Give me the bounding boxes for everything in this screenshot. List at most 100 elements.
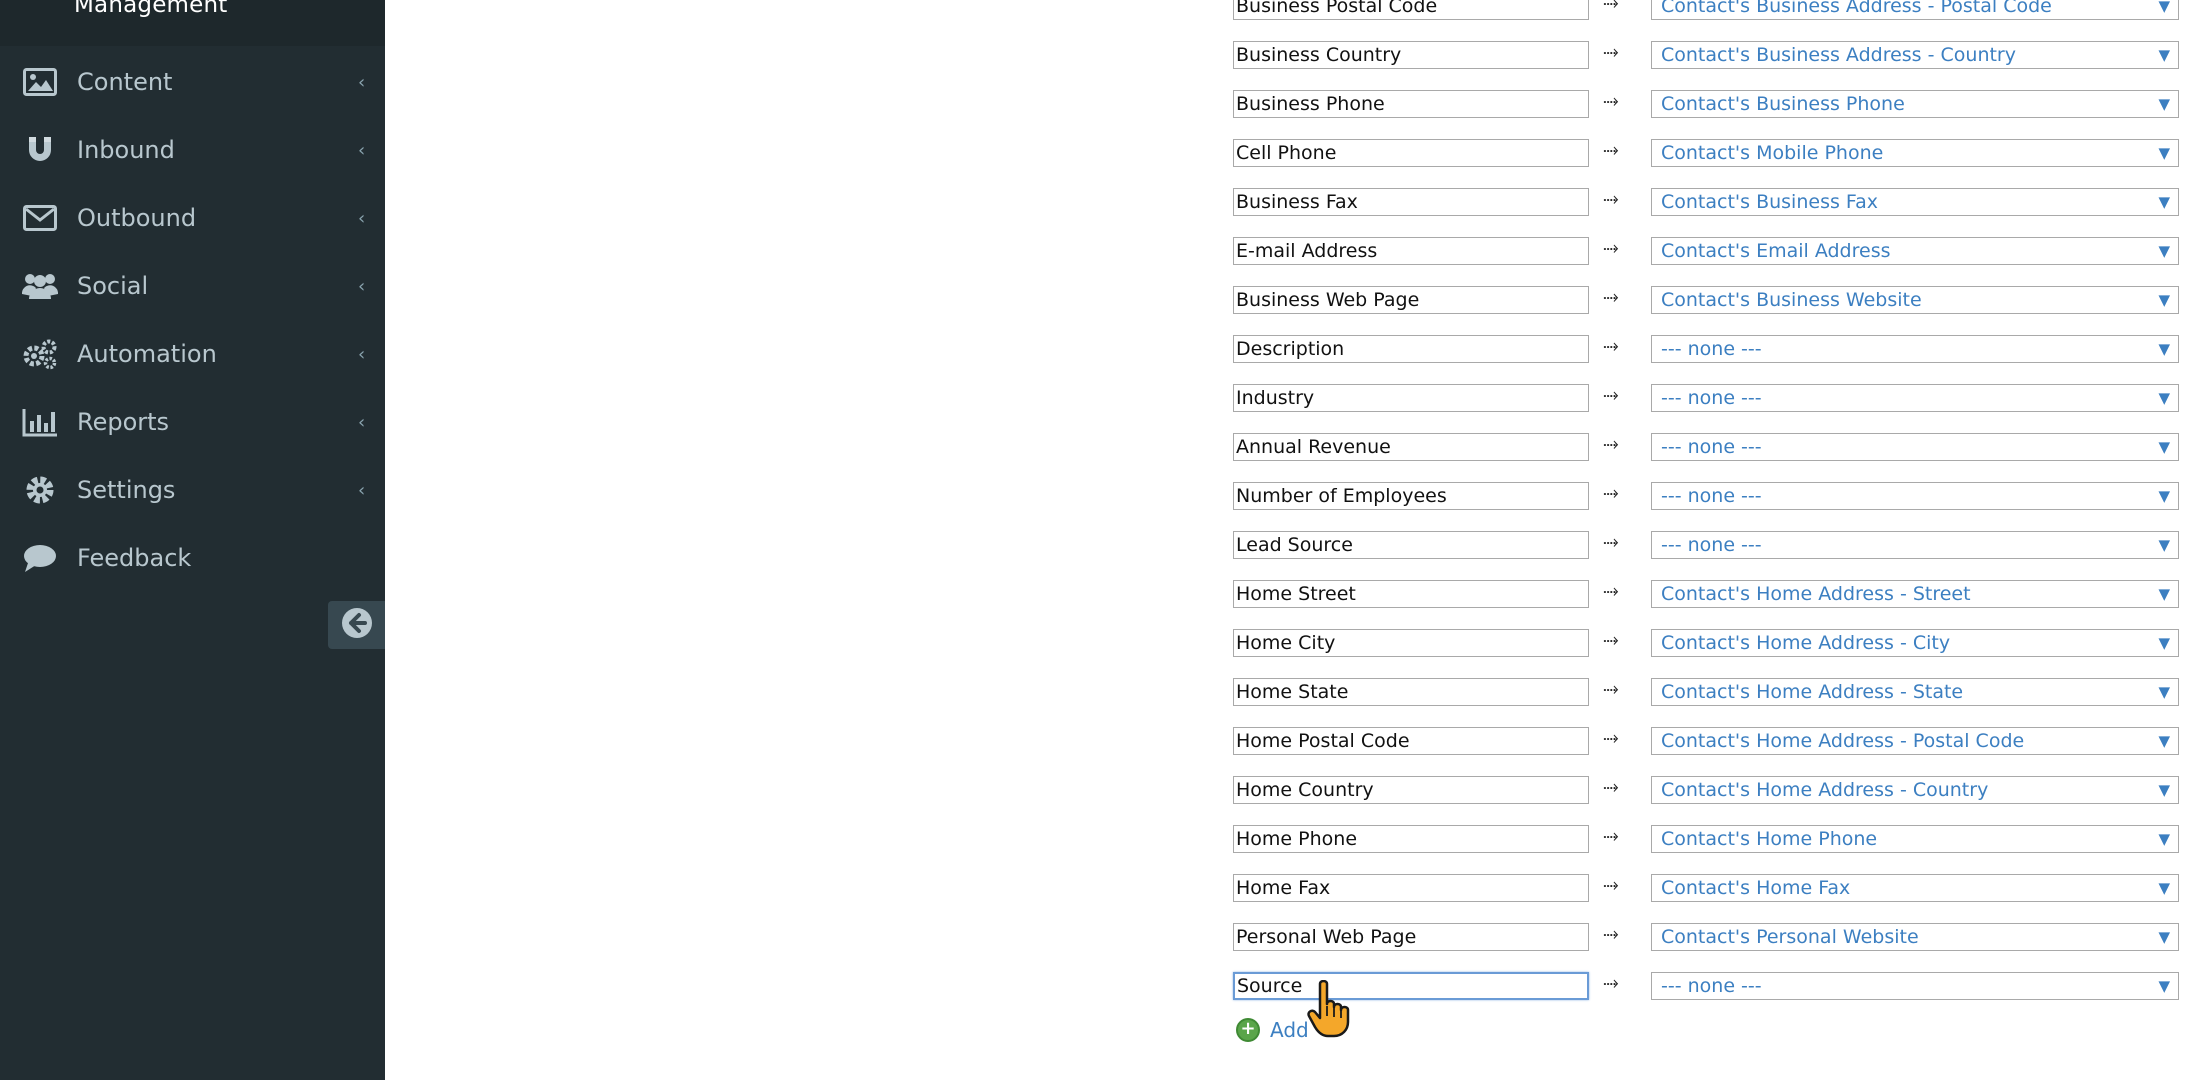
sidebar-item-label: Feedback (77, 544, 192, 572)
target-field-value: Contact's Business Fax (1661, 191, 1878, 213)
source-field-input[interactable] (1233, 188, 1589, 216)
chevron-left-icon: ‹ (358, 207, 366, 229)
source-field-input[interactable] (1233, 286, 1589, 314)
target-field-value: --- none --- (1661, 485, 1762, 507)
target-field-select[interactable]: Contact's Email Address ▼ (1651, 237, 2179, 265)
source-field-input[interactable] (1233, 972, 1589, 1000)
target-field-select[interactable]: Contact's Business Website ▼ (1651, 286, 2179, 314)
source-field-input[interactable] (1233, 139, 1589, 167)
target-field-select[interactable]: Contact's Business Address - Postal Code… (1651, 0, 2179, 20)
mapping-arrow-icon: ⤑ (1603, 921, 1619, 945)
mapping-arrow-icon: ⤑ (1603, 970, 1619, 994)
target-field-select[interactable]: Contact's Home Address - City ▼ (1651, 629, 2179, 657)
image-icon (22, 66, 58, 98)
target-field-select[interactable]: --- none --- ▼ (1651, 335, 2179, 363)
caret-down-icon: ▼ (2158, 242, 2170, 260)
mapping-row: ⤑ --- none --- ▼ (1233, 529, 2179, 561)
target-field-select[interactable]: Contact's Home Address - State ▼ (1651, 678, 2179, 706)
sidebar-item-label: Settings (77, 476, 176, 504)
mapping-arrow-icon: ⤑ (1603, 333, 1619, 357)
target-field-select[interactable]: Contact's Mobile Phone ▼ (1651, 139, 2179, 167)
target-field-value: Contact's Business Address - Country (1661, 44, 2016, 66)
add-mapping-button[interactable]: + Add (1236, 1016, 1309, 1044)
mapping-arrow-icon: ⤑ (1603, 382, 1619, 406)
target-field-select[interactable]: Contact's Business Fax ▼ (1651, 188, 2179, 216)
target-field-select[interactable]: Contact's Home Phone ▼ (1651, 825, 2179, 853)
sidebar-item-inbound[interactable]: Inbound ‹ (0, 120, 385, 180)
caret-down-icon: ▼ (2158, 732, 2170, 750)
target-field-select[interactable]: Contact's Business Phone ▼ (1651, 90, 2179, 118)
target-field-select[interactable]: --- none --- ▼ (1651, 482, 2179, 510)
magnet-icon (22, 134, 58, 166)
sidebar-item-settings[interactable]: Settings ‹ (0, 460, 385, 520)
source-field-input[interactable] (1233, 237, 1589, 265)
target-field-value: Contact's Home Address - Country (1661, 779, 1989, 801)
source-field-input[interactable] (1233, 482, 1589, 510)
target-field-select[interactable]: Contact's Home Address - Country ▼ (1651, 776, 2179, 804)
target-field-value: --- none --- (1661, 387, 1762, 409)
target-field-select[interactable]: --- none --- ▼ (1651, 384, 2179, 412)
caret-down-icon: ▼ (2158, 144, 2170, 162)
caret-down-icon: ▼ (2158, 683, 2170, 701)
target-field-select[interactable]: --- none --- ▼ (1651, 433, 2179, 461)
mapping-arrow-icon: ⤑ (1603, 529, 1619, 553)
sidebar-collapse-button[interactable] (328, 601, 385, 649)
mapping-row: ⤑ Contact's Home Fax ▼ (1233, 872, 2179, 904)
target-field-select[interactable]: Contact's Personal Website ▼ (1651, 923, 2179, 951)
sidebar-active-section[interactable]: Management (0, 0, 385, 46)
source-field-input[interactable] (1233, 825, 1589, 853)
sidebar-item-feedback[interactable]: Feedback (0, 528, 385, 588)
sidebar-item-content[interactable]: Content ‹ (0, 52, 385, 112)
source-field-input[interactable] (1233, 384, 1589, 412)
source-field-input[interactable] (1233, 874, 1589, 902)
sidebar-item-automation[interactable]: Automation ‹ (0, 324, 385, 384)
caret-down-icon: ▼ (2158, 830, 2170, 848)
source-field-input[interactable] (1233, 727, 1589, 755)
source-field-input[interactable] (1233, 923, 1589, 951)
chevron-left-icon: ‹ (358, 411, 366, 433)
source-field-input[interactable] (1233, 433, 1589, 461)
mapping-arrow-icon: ⤑ (1603, 0, 1619, 14)
sidebar-section-label: Management (74, 0, 228, 18)
sidebar-item-label: Automation (77, 340, 217, 368)
comment-icon (22, 542, 58, 574)
source-field-input[interactable] (1233, 335, 1589, 363)
target-field-value: Contact's Home Address - State (1661, 681, 1964, 703)
caret-down-icon: ▼ (2158, 46, 2170, 64)
mapping-row: ⤑ Contact's Home Address - Street ▼ (1233, 578, 2179, 610)
caret-down-icon: ▼ (2158, 487, 2170, 505)
mapping-arrow-icon: ⤑ (1603, 872, 1619, 896)
hand-pointer-icon (1306, 979, 1356, 1040)
sidebar-item-outbound[interactable]: Outbound ‹ (0, 188, 385, 248)
target-field-select[interactable]: Contact's Home Address - Street ▼ (1651, 580, 2179, 608)
target-field-select[interactable]: Contact's Business Address - Country ▼ (1651, 41, 2179, 69)
target-field-value: Contact's Business Phone (1661, 93, 1905, 115)
target-field-select[interactable]: Contact's Home Address - Postal Code ▼ (1651, 727, 2179, 755)
sidebar-item-label: Social (77, 272, 149, 300)
source-field-input[interactable] (1233, 629, 1589, 657)
sidebar-item-social[interactable]: Social ‹ (0, 256, 385, 316)
caret-down-icon: ▼ (2158, 193, 2170, 211)
target-field-value: Contact's Home Fax (1661, 877, 1851, 899)
caret-down-icon: ▼ (2158, 389, 2170, 407)
target-field-select[interactable]: --- none --- ▼ (1651, 531, 2179, 559)
target-field-value: Contact's Home Address - Postal Code (1661, 730, 2025, 752)
source-field-input[interactable] (1233, 580, 1589, 608)
mapping-row: ⤑ Contact's Home Phone ▼ (1233, 823, 2179, 855)
caret-down-icon: ▼ (2158, 291, 2170, 309)
mapping-arrow-icon: ⤑ (1603, 88, 1619, 112)
source-field-input[interactable] (1233, 0, 1589, 20)
source-field-input[interactable] (1233, 41, 1589, 69)
target-field-select[interactable]: Contact's Home Fax ▼ (1651, 874, 2179, 902)
mapping-row: ⤑ --- none --- ▼ (1233, 382, 2179, 414)
source-field-input[interactable] (1233, 531, 1589, 559)
mapping-arrow-icon: ⤑ (1603, 431, 1619, 455)
sidebar-item-label: Outbound (77, 204, 197, 232)
caret-down-icon: ▼ (2158, 340, 2170, 358)
source-field-input[interactable] (1233, 90, 1589, 118)
sidebar-item-reports[interactable]: Reports ‹ (0, 392, 385, 452)
caret-down-icon: ▼ (2158, 781, 2170, 799)
target-field-select[interactable]: --- none --- ▼ (1651, 972, 2179, 1000)
source-field-input[interactable] (1233, 776, 1589, 804)
source-field-input[interactable] (1233, 678, 1589, 706)
